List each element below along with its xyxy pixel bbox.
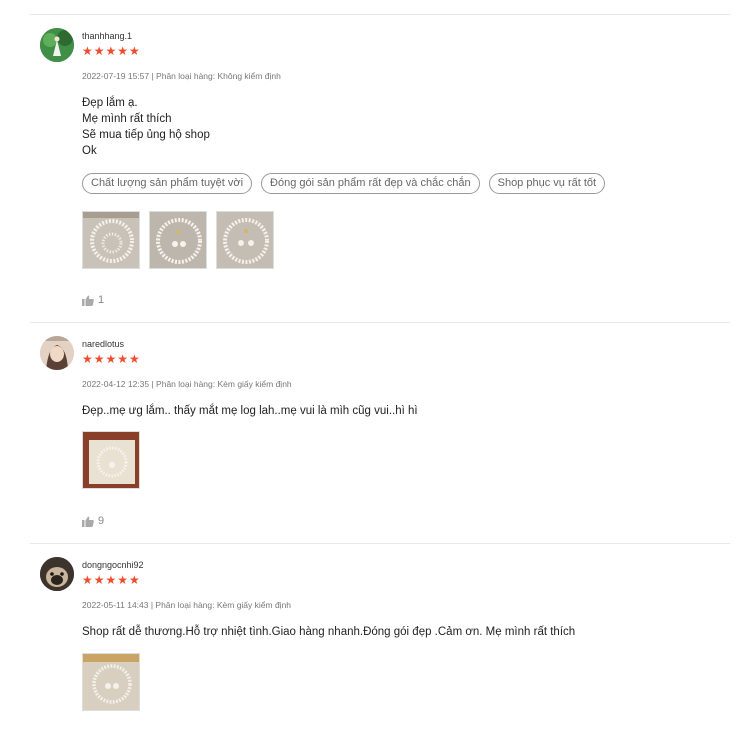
review-photo[interactable] (82, 211, 140, 269)
review-tag: Shop phục vụ rất tốt (488, 173, 606, 194)
review-meta: 2022-07-19 15:57 | Phân loại hàng: Không… (82, 71, 281, 81)
avatar[interactable] (40, 28, 74, 62)
review-content: Shop rất dễ thương.Hỗ trợ nhiệt tình.Gia… (82, 624, 575, 640)
thumbs-up-icon (82, 295, 94, 306)
review-photo[interactable] (82, 653, 140, 711)
like-button[interactable]: 9 (82, 515, 104, 527)
review-item: thanhhang.1 ★★★★★ 2022-07-19 15:57 | Phâ… (30, 14, 730, 323)
review-photo[interactable] (149, 211, 207, 269)
review-text-line: Đẹp lắm ạ. (82, 97, 138, 109)
review-tag: Chất lượng sản phẩm tuyệt vời (82, 173, 253, 194)
avatar[interactable] (40, 336, 74, 370)
review-text-line: Đẹp..mẹ ưg lắm.. thấy mắt mẹ log lah..mẹ… (82, 405, 418, 417)
rating-stars: ★★★★★ (82, 573, 141, 587)
review-tags: Chất lượng sản phẩm tuyệt vời Đóng gói s… (82, 173, 606, 194)
thumbs-up-icon (82, 516, 94, 527)
like-count: 1 (98, 294, 105, 306)
username[interactable]: thanhhang.1 (82, 31, 132, 41)
rating-stars: ★★★★★ (82, 44, 141, 58)
username[interactable]: dongngocnhi92 (82, 560, 144, 570)
review-item: naredlotus ★★★★★ 2022-04-12 12:35 | Phân… (30, 322, 730, 544)
like-button[interactable]: 1 (82, 294, 104, 306)
review-item: dongngocnhi92 ★★★★★ 2022-05-11 14:43 | P… (30, 543, 730, 739)
review-meta: 2022-05-11 14:43 | Phân loại hàng: Kèm g… (82, 600, 292, 610)
username[interactable]: naredlotus (82, 339, 124, 349)
review-text-line: Sẽ mua tiếp ủng hộ shop (82, 129, 210, 141)
review-text-line: Mẹ mình rất thích (82, 113, 172, 125)
review-photo[interactable] (216, 211, 274, 269)
avatar[interactable] (40, 557, 74, 591)
rating-stars: ★★★★★ (82, 352, 141, 366)
review-content: Đẹp..mẹ ưg lắm.. thấy mắt mẹ log lah..mẹ… (82, 403, 418, 419)
review-photo[interactable] (82, 431, 140, 489)
like-count: 9 (98, 515, 105, 527)
review-content: Đẹp lắm ạ. Mẹ mình rất thích Sẽ mua tiếp… (82, 95, 210, 159)
review-tag: Đóng gói sản phẩm rất đẹp và chắc chắn (261, 173, 480, 194)
review-text-line: Shop rất dễ thương.Hỗ trợ nhiệt tình.Gia… (82, 626, 576, 638)
review-meta: 2022-04-12 12:35 | Phân loại hàng: Kèm g… (82, 379, 292, 389)
review-text-line: Ok (82, 145, 97, 157)
